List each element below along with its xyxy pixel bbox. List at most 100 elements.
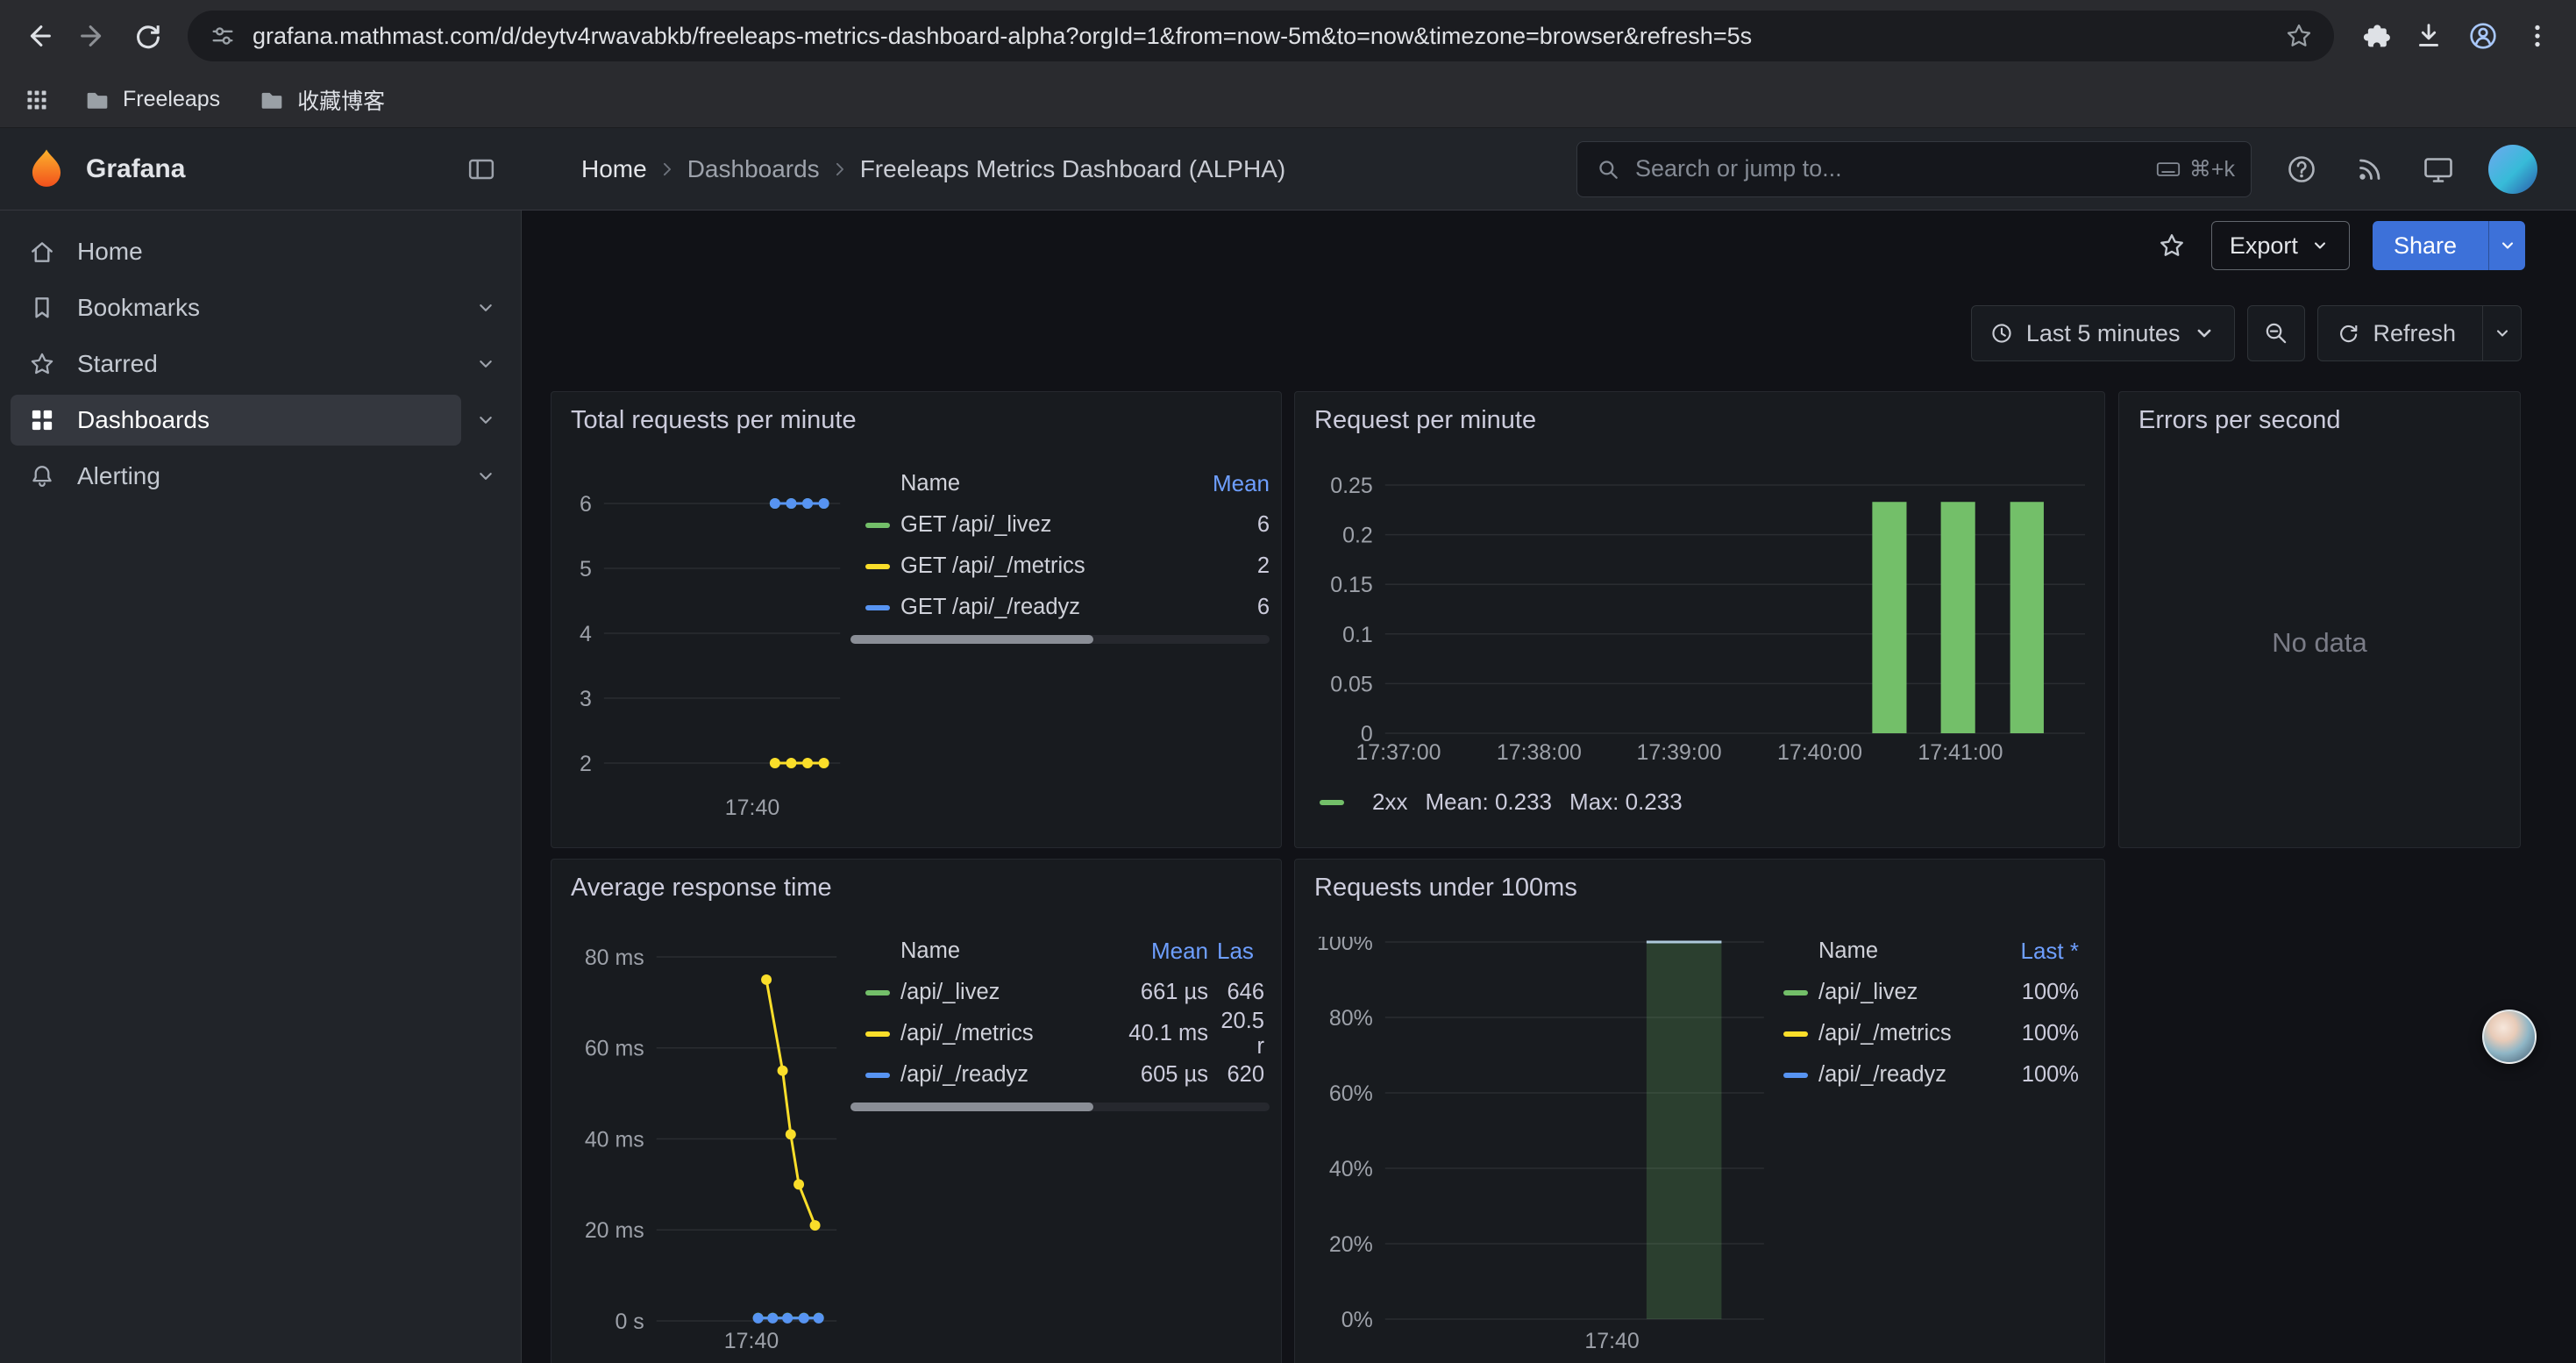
series-name: /api/_/metrics (900, 1021, 1110, 1046)
series-mean: 40.1 ms (1110, 1021, 1208, 1046)
series-mean: 6 (1171, 595, 1270, 620)
legend-row[interactable]: /api/_/metrics 100% (1768, 1013, 2091, 1054)
time-range-picker[interactable]: Last 5 minutes (1971, 305, 2236, 361)
bookmark-folder-blogs[interactable]: 收藏博客 (245, 79, 397, 121)
panel-title[interactable]: Average response time (571, 874, 832, 903)
legend-row[interactable]: /api/_livez 661 µs 646 (850, 972, 1270, 1013)
time-range-label: Last 5 minutes (2026, 320, 2181, 347)
series-swatch (865, 523, 890, 528)
series-swatch (865, 605, 890, 610)
grafana-logo[interactable] (23, 146, 70, 193)
panel-title[interactable]: Errors per second (2138, 406, 2341, 435)
download-icon[interactable] (2404, 11, 2453, 61)
legend-row[interactable]: /api/_/readyz 605 µs 620 (850, 1054, 1270, 1095)
legend-header-mean[interactable]: Mean (1171, 470, 1270, 497)
expand-starred-icon[interactable] (461, 339, 510, 389)
legend-header-mean[interactable]: Mean (1110, 938, 1208, 965)
legend-scrollbar[interactable] (850, 1103, 1270, 1111)
panel-title[interactable]: Requests under 100ms (1314, 874, 1577, 903)
share-main-button[interactable]: Share (2373, 221, 2478, 270)
screen: grafana.mathmast.com/d/deytv4rwavabkb/fr… (0, 0, 2576, 1363)
scrollbar-thumb[interactable] (850, 635, 1093, 644)
site-controls-icon[interactable] (207, 20, 238, 52)
monitor-icon[interactable] (2420, 151, 2457, 188)
sidebar-link-starred[interactable]: Starred (11, 339, 461, 389)
legend-row[interactable]: /api/_livez 100% (1768, 972, 2091, 1013)
zoom-out-button[interactable] (2247, 305, 2305, 361)
search-shortcut: ⌘+k (2154, 155, 2235, 183)
sidebar-link-home[interactable]: Home (11, 226, 510, 277)
browser-menu-icon[interactable] (2513, 11, 2562, 61)
favorite-star-icon[interactable] (2155, 229, 2188, 262)
share-menu-chevron[interactable] (2488, 221, 2525, 270)
legend-header-name[interactable]: Name (1783, 938, 1995, 964)
svg-text:4: 4 (580, 622, 592, 646)
svg-text:2: 2 (580, 752, 592, 776)
collapse-sidebar-icon[interactable] (464, 152, 499, 187)
legend-row[interactable]: GET /api/_/readyz 6 (850, 587, 1270, 628)
legend-header-name[interactable]: Name (865, 471, 1171, 496)
legend-header-last[interactable]: Las (1208, 938, 1270, 965)
legend-row[interactable]: /api/_/readyz 100% (1768, 1054, 2091, 1095)
svg-text:100%: 100% (1317, 937, 1373, 955)
apps-grid-icon[interactable] (16, 79, 58, 121)
home-icon (26, 236, 58, 268)
svg-text:80%: 80% (1329, 1006, 1373, 1031)
panel-title[interactable]: Total requests per minute (571, 406, 857, 435)
legend-row[interactable]: GET /api/_/metrics 2 (850, 546, 1270, 587)
svg-text:17:37:00: 17:37:00 (1356, 740, 1441, 765)
chevron-down-icon (2309, 234, 2331, 257)
legend-header-last[interactable]: Last * (1995, 938, 2091, 965)
series-last: 100% (1995, 1021, 2091, 1046)
svg-text:0.15: 0.15 (1330, 573, 1373, 597)
export-label: Export (2230, 232, 2298, 260)
refresh-main-button[interactable]: Refresh (2318, 306, 2472, 360)
series-name: /api/_/readyz (900, 1062, 1110, 1088)
expand-alerting-icon[interactable] (461, 452, 510, 501)
sidebar-link-dashboards[interactable]: Dashboards (11, 395, 461, 446)
sidebar-link-alerting[interactable]: Alerting (11, 451, 461, 502)
legend-table: Name Mean Las /api/_livez 661 µs 646 (850, 930, 1270, 1111)
search-box[interactable]: ⌘+k (1576, 141, 2252, 197)
legend-header-name[interactable]: Name (865, 938, 1110, 964)
scrollbar-thumb[interactable] (850, 1103, 1093, 1111)
help-icon[interactable] (2283, 151, 2320, 188)
extensions-icon[interactable] (2350, 11, 2399, 61)
url-text[interactable]: grafana.mathmast.com/d/deytv4rwavabkb/fr… (253, 23, 2269, 50)
url-bar[interactable]: grafana.mathmast.com/d/deytv4rwavabkb/fr… (188, 11, 2334, 61)
brand-name: Grafana (86, 154, 185, 184)
export-button[interactable]: Export (2211, 221, 2350, 270)
user-avatar[interactable] (2488, 145, 2537, 194)
expand-dashboards-icon[interactable] (461, 396, 510, 445)
series-name: /api/_/metrics (1818, 1021, 1995, 1046)
sidebar-link-bookmarks[interactable]: Bookmarks (11, 282, 461, 333)
bookmark-label: Freeleaps (123, 87, 220, 112)
bookmark-star-icon[interactable] (2283, 20, 2315, 52)
legend-row[interactable]: GET /api/_livez 6 (850, 504, 1270, 546)
breadcrumb-home[interactable]: Home (581, 155, 647, 183)
grafana-header: Grafana Home Dashboards Freeleaps Metric… (0, 128, 2576, 211)
browser-profile-icon[interactable] (2459, 11, 2508, 61)
breadcrumb-dashboards[interactable]: Dashboards (687, 155, 820, 183)
legend-scrollbar[interactable] (850, 635, 1270, 644)
reload-icon[interactable] (123, 11, 172, 61)
forward-icon[interactable] (68, 11, 117, 61)
panel-title[interactable]: Request per minute (1314, 406, 1536, 435)
series-mean: 661 µs (1110, 980, 1208, 1005)
svg-text:0.2: 0.2 (1342, 524, 1373, 548)
refresh-interval-chevron[interactable] (2482, 306, 2521, 360)
svg-text:20%: 20% (1329, 1232, 1373, 1257)
refresh-button: Refresh (2317, 305, 2522, 361)
news-icon[interactable] (2352, 151, 2388, 188)
back-icon[interactable] (14, 11, 63, 61)
bookmark-folder-freeleaps[interactable]: Freeleaps (70, 79, 232, 121)
svg-text:5: 5 (580, 557, 592, 582)
legend-inline[interactable]: 2xx Mean: 0.233 Max: 0.233 (1320, 789, 1683, 816)
svg-text:6: 6 (580, 492, 592, 517)
expand-bookmarks-icon[interactable] (461, 283, 510, 332)
floating-assistant-avatar[interactable] (2482, 1010, 2537, 1064)
sidebar-item-label: Home (77, 238, 143, 266)
series-last: 100% (1995, 980, 2091, 1005)
search-input[interactable] (1635, 155, 2142, 182)
legend-row[interactable]: /api/_/metrics 40.1 ms 20.5 r (850, 1013, 1270, 1054)
